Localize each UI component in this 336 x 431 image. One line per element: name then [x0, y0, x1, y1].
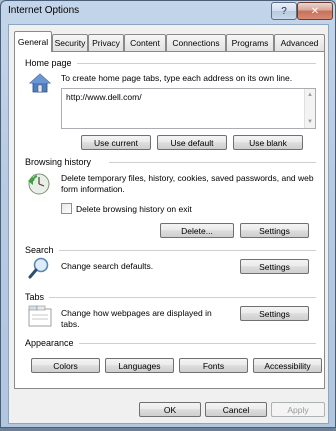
search-heading: Search: [25, 245, 54, 255]
help-button[interactable]: ?: [271, 2, 297, 20]
history-icon: [25, 171, 51, 197]
use-default-button[interactable]: Use default: [157, 135, 227, 150]
dialog-client: General Security Privacy Content Connect…: [8, 24, 329, 424]
browsing-history-description: Delete temporary files, history, cookies…: [61, 173, 314, 194]
home-page-description: To create home page tabs, type each addr…: [61, 73, 293, 83]
appearance-heading: Appearance: [25, 338, 74, 348]
tab-general[interactable]: General: [14, 31, 52, 52]
home-icon: [28, 72, 52, 94]
use-current-button[interactable]: Use current: [81, 135, 151, 150]
search-description: Change search defaults.: [61, 261, 154, 271]
tab-programs[interactable]: Programs: [226, 34, 274, 51]
search-settings-button[interactable]: Settings: [240, 259, 309, 274]
fonts-button[interactable]: Fonts: [179, 358, 248, 373]
accessibility-button[interactable]: Accessibility: [253, 358, 322, 373]
tab-security[interactable]: Security: [52, 34, 88, 51]
tab-label: Privacy: [92, 38, 120, 48]
tab-content[interactable]: Content: [124, 34, 166, 51]
tab-label: Connections: [172, 38, 220, 48]
colors-button[interactable]: Colors: [31, 358, 100, 373]
magnifier-icon: [27, 256, 51, 280]
tab-label: Programs: [231, 38, 269, 48]
delete-history-on-exit-checkbox[interactable]: [61, 203, 72, 214]
history-settings-button[interactable]: Settings: [240, 223, 309, 238]
help-icon: ?: [281, 5, 287, 17]
tab-label: General: [17, 37, 49, 47]
cancel-button[interactable]: Cancel: [205, 402, 267, 417]
close-icon: ✕: [310, 5, 320, 17]
title-bar[interactable]: Internet Options ? ✕: [1, 1, 335, 23]
internet-options-window: Internet Options ? ✕ General Security Pr…: [0, 0, 336, 428]
tab-label: Advanced: [280, 38, 319, 48]
tabs-settings-button[interactable]: Settings: [240, 306, 309, 321]
languages-button[interactable]: Languages: [105, 358, 174, 373]
tabs-divider: [49, 297, 316, 298]
home-page-divider: [77, 63, 316, 64]
tabs-icon: [28, 305, 52, 327]
scroll-up-icon: ▲: [307, 92, 313, 98]
tab-advanced[interactable]: Advanced: [274, 34, 325, 51]
search-divider: [59, 250, 316, 251]
tab-connections[interactable]: Connections: [166, 34, 226, 51]
tab-label: Security: [54, 38, 86, 48]
tabs-heading: Tabs: [25, 292, 45, 302]
delete-history-on-exit-label[interactable]: Delete browsing history on exit: [76, 204, 192, 215]
tabs-description: Change how webpages are displayed in tab…: [61, 308, 212, 329]
apply-button[interactable]: Apply: [271, 402, 325, 417]
browsing-history-heading: Browsing history: [25, 157, 92, 167]
delete-history-button[interactable]: Delete...: [160, 223, 234, 238]
scroll-down-icon: ▼: [307, 119, 313, 125]
tab-label: Content: [130, 38, 160, 48]
home-page-scrollbar[interactable]: ▲ ▼: [304, 89, 315, 128]
close-button[interactable]: ✕: [297, 2, 333, 20]
appearance-divider: [79, 343, 316, 344]
window-title: Internet Options: [8, 5, 80, 16]
general-tab-panel: Home page To create home page tabs, type…: [14, 51, 325, 389]
home-page-address-field[interactable]: http://www.dell.com/ ▲ ▼: [61, 88, 316, 129]
tab-privacy[interactable]: Privacy: [88, 34, 124, 51]
ok-button[interactable]: OK: [139, 402, 201, 417]
home-page-heading: Home page: [25, 58, 72, 68]
home-page-address-text: http://www.dell.com/: [66, 92, 142, 102]
use-blank-button[interactable]: Use blank: [233, 135, 303, 150]
browsing-history-divider: [109, 162, 316, 163]
